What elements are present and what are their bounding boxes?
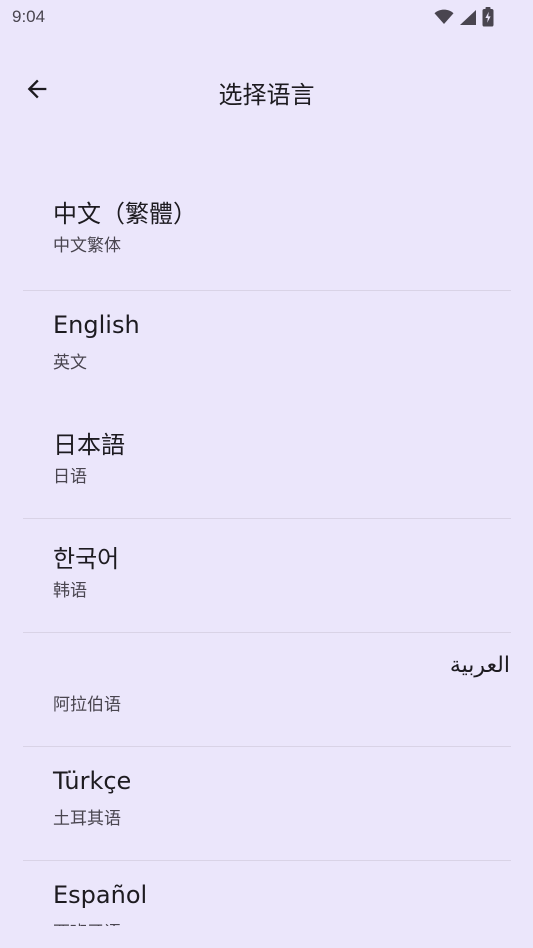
language-subtitle: 韩语: [53, 581, 87, 601]
language-name: 中文（繁體）: [53, 200, 197, 228]
language-name: 한국어: [53, 545, 120, 573]
language-subtitle: 土耳其语: [53, 809, 121, 829]
status-time: 9:04: [12, 7, 46, 26]
language-item-es[interactable]: Español 西班牙语: [0, 861, 533, 926]
language-name: English: [53, 311, 140, 339]
language-item-ja[interactable]: 日本語 日语: [0, 405, 533, 519]
language-name: Español: [53, 881, 148, 909]
language-item-ar[interactable]: العربية 阿拉伯语: [0, 633, 533, 747]
top-app-bar: 选择语言: [0, 58, 533, 128]
language-item-tr[interactable]: Türkçe 土耳其语: [0, 747, 533, 861]
language-item-zh-hant[interactable]: 中文（繁體） 中文繁体: [0, 174, 533, 291]
language-subtitle: 中文繁体: [53, 236, 121, 256]
language-subtitle: 西班牙语: [53, 918, 121, 926]
language-item-ko[interactable]: 한국어 韩语: [0, 519, 533, 633]
battery-charging-icon: [482, 7, 494, 27]
language-name: Türkçe: [53, 767, 132, 795]
language-name: العربية: [449, 653, 510, 678]
language-subtitle: 英文: [53, 353, 87, 373]
language-subtitle: 日语: [53, 467, 87, 487]
status-icons: [434, 7, 494, 27]
language-subtitle: 阿拉伯语: [53, 695, 121, 715]
cell-signal-icon: [459, 9, 477, 26]
language-list: 中文（繁體） 中文繁体 English 英文 日本語 日语 한국어 韩语 الع…: [0, 174, 533, 926]
page-title: 选择语言: [218, 81, 315, 109]
language-name: 日本語: [53, 431, 125, 459]
wifi-icon: [434, 9, 454, 25]
status-bar: 9:04: [0, 0, 533, 36]
language-item-en[interactable]: English 英文: [0, 291, 533, 405]
